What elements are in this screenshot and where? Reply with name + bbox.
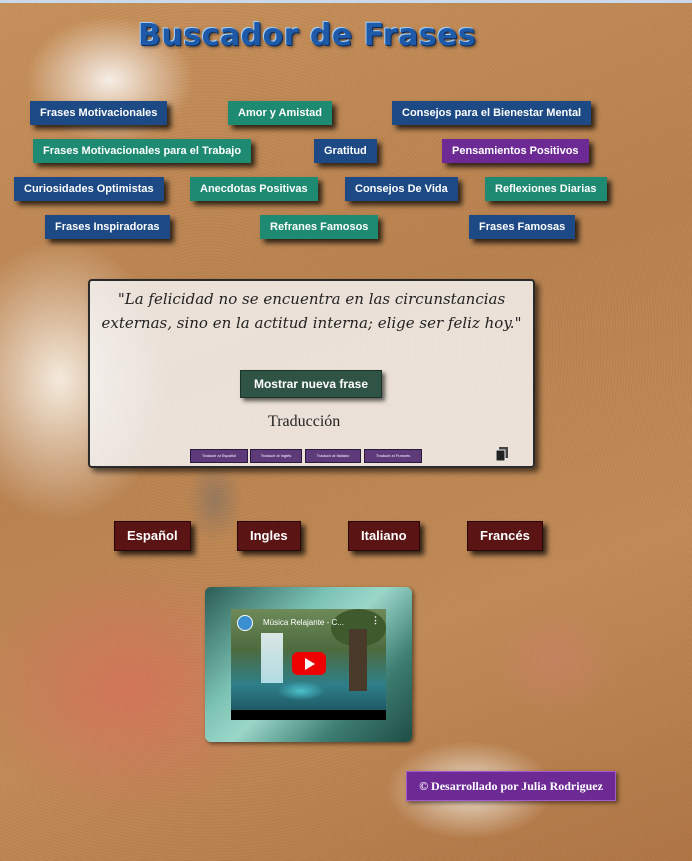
- category-frases-famosas[interactable]: Frases Famosas: [469, 215, 576, 239]
- category-frases-inspiradoras[interactable]: Frases Inspiradoras: [45, 215, 170, 239]
- translate-english-button[interactable]: Traducir al Inglés: [250, 449, 302, 463]
- channel-avatar-icon[interactable]: [237, 615, 253, 631]
- category-pensamientos-positivos[interactable]: Pensamientos Positivos: [442, 139, 589, 163]
- play-button-icon[interactable]: [292, 652, 326, 675]
- top-border: [0, 0, 692, 3]
- category-anecdotas-positivas[interactable]: Anecdotas Positivas: [190, 177, 318, 201]
- lang-button-frances[interactable]: Francés: [467, 521, 543, 551]
- lang-button-ingles[interactable]: Ingles: [237, 521, 301, 551]
- category-frases-motivacionales[interactable]: Frases Motivacionales: [30, 101, 168, 125]
- more-options-icon[interactable]: ⋮: [371, 615, 380, 626]
- waterfall-graphic: [261, 633, 283, 683]
- page-title: Buscador de Frases: [138, 18, 477, 53]
- category-curiosidades-optimistas[interactable]: Curiosidades Optimistas: [14, 177, 164, 201]
- video-player[interactable]: Música Relajante - C... ⋮: [231, 609, 386, 720]
- quote-card: "La felicidad no se encuentra en las cir…: [88, 279, 535, 468]
- quote-text: "La felicidad no se encuentra en las cir…: [101, 290, 522, 332]
- lang-button-italiano[interactable]: Italiano: [348, 521, 420, 551]
- category-consejos-vida[interactable]: Consejos De Vida: [345, 177, 458, 201]
- tree-trunk-graphic: [349, 629, 367, 691]
- category-amor-amistad[interactable]: Amor y Amistad: [228, 101, 332, 125]
- translation-label: Traducción: [268, 413, 341, 430]
- video-frame: Música Relajante - C... ⋮: [205, 587, 412, 742]
- lang-button-espanol[interactable]: Español: [114, 521, 191, 551]
- video-title[interactable]: Música Relajante - C...: [263, 618, 344, 627]
- translate-italian-button[interactable]: Traducir al Italiano: [305, 449, 361, 463]
- category-refranes-famosos[interactable]: Refranes Famosos: [260, 215, 379, 239]
- category-gratitud[interactable]: Gratitud: [314, 139, 377, 163]
- new-quote-button[interactable]: Mostrar nueva frase: [240, 370, 382, 398]
- category-motivacionales-trabajo[interactable]: Frases Motivacionales para el Trabajo: [33, 139, 252, 163]
- translate-french-button[interactable]: Traducir al Francés: [364, 449, 422, 463]
- category-reflexiones-diarias[interactable]: Reflexiones Diarias: [485, 177, 607, 201]
- copy-icon[interactable]: [496, 447, 508, 461]
- footer-credit: © Desarrollado por Julia Rodriguez: [406, 771, 616, 801]
- translate-spanish-button[interactable]: Traducir al Español: [190, 449, 248, 463]
- category-bienestar-mental[interactable]: Consejos para el Bienestar Mental: [392, 101, 592, 125]
